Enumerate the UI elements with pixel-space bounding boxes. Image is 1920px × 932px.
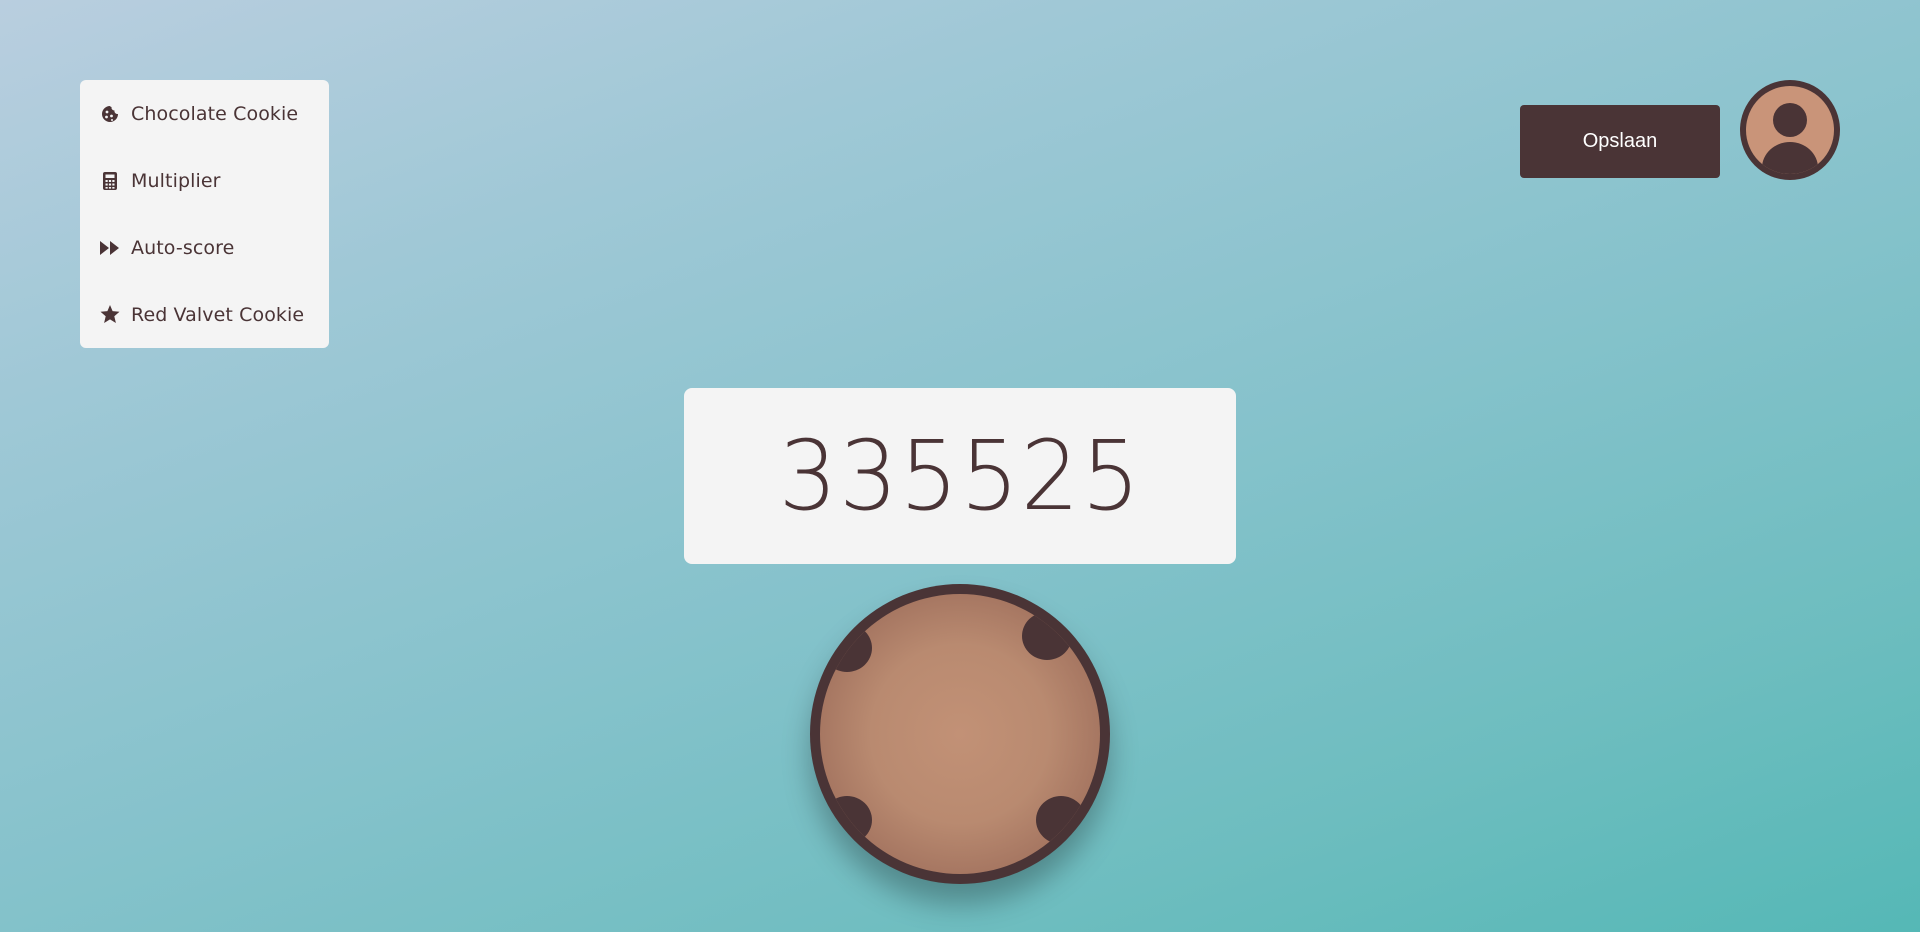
fast-forward-icon: [100, 238, 120, 258]
cookie-body: [820, 594, 1100, 874]
menu-item-auto-score[interactable]: Auto-score: [80, 214, 329, 281]
menu-item-red-valvet-cookie[interactable]: Red Valvet Cookie: [80, 281, 329, 348]
menu-item-label: Auto-score: [131, 236, 235, 259]
save-button[interactable]: Opslaan: [1520, 105, 1720, 178]
menu-item-label: Red Valvet Cookie: [131, 303, 305, 326]
calculator-icon: [100, 171, 120, 191]
menu-item-chocolate-cookie[interactable]: Chocolate Cookie: [80, 80, 329, 147]
score-panel: 335525: [684, 388, 1236, 564]
menu-item-label: Multiplier: [131, 169, 221, 192]
cookie-clicker-icon[interactable]: [810, 584, 1110, 884]
cookie-icon: [100, 104, 120, 124]
user-icon: [1746, 86, 1834, 174]
menu-item-label: Chocolate Cookie: [131, 102, 299, 125]
avatar[interactable]: [1740, 80, 1840, 180]
chocolate-chip: [822, 796, 872, 844]
chocolate-chip: [1022, 612, 1072, 660]
menu-item-multiplier[interactable]: Multiplier: [80, 147, 329, 214]
score-value: 335525: [778, 420, 1142, 532]
chocolate-chip: [1036, 796, 1086, 844]
star-icon: [100, 305, 120, 325]
chocolate-chip: [822, 624, 872, 672]
upgrades-menu: Chocolate Cookie Multiplier Auto-score R…: [80, 80, 329, 348]
